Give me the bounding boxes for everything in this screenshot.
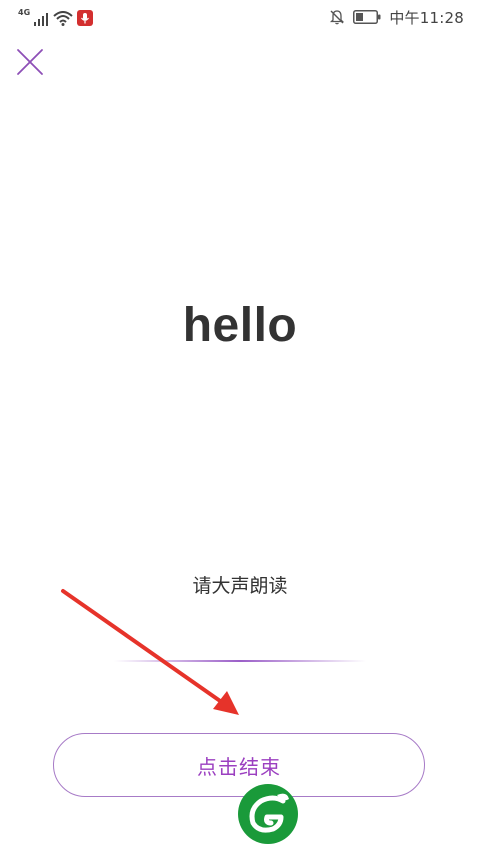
finish-button-label: 点击结束 xyxy=(197,754,281,779)
read-aloud-screen: 4G 中午11:28 hello 请大声朗读 点击结束 xyxy=(0,0,480,853)
wifi-icon xyxy=(53,11,73,26)
signal-icon xyxy=(34,13,49,26)
status-bar-left: 4G xyxy=(18,8,94,26)
finish-recording-button[interactable]: 点击结束 xyxy=(53,733,425,797)
annotation-arrow-icon xyxy=(61,589,239,715)
recording-wave-line xyxy=(114,660,366,662)
read-aloud-instruction: 请大声朗读 xyxy=(192,575,288,597)
clock-time: 中午11:28 xyxy=(389,8,464,27)
status-bar: 4G 中午11:28 xyxy=(0,0,480,34)
close-icon xyxy=(17,49,43,75)
close-button[interactable] xyxy=(14,46,46,78)
target-word: hello xyxy=(182,299,298,352)
mic-icon xyxy=(77,10,94,26)
status-bar-right: 中午11:28 xyxy=(329,8,464,27)
battery-icon xyxy=(353,10,381,24)
network-type-label: 4G xyxy=(18,8,31,17)
mute-bell-icon xyxy=(330,10,345,25)
